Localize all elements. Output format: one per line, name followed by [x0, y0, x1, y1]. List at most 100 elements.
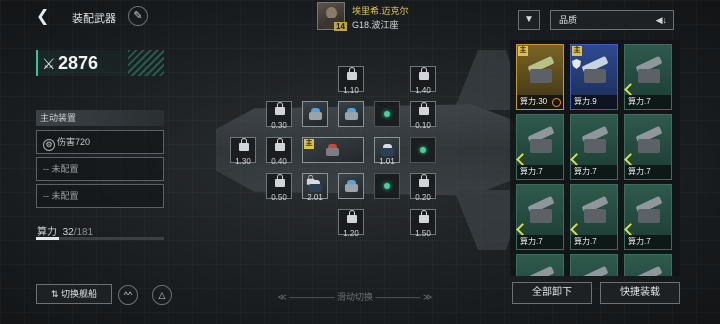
inventory-card[interactable]: 算力.7 [516, 184, 564, 250]
rank-chevron-icon [624, 83, 637, 96]
weapon-icon [580, 55, 610, 85]
weapon-icon [526, 265, 556, 276]
active-slot-3[interactable]: -- 未配置 [36, 184, 164, 208]
turret-icon [344, 180, 359, 192]
rank-chevron-icon [516, 223, 529, 236]
formation-icon[interactable]: △ [152, 285, 172, 305]
lock-icon [419, 210, 429, 224]
active-slot-2[interactable]: -- 未配置 [36, 157, 164, 181]
power-value: 2876 [58, 53, 99, 73]
slot-value: 0.30 [271, 121, 287, 130]
power-display: ⚔ 2876 [36, 50, 164, 76]
lock-icon [419, 174, 429, 188]
weapon-slot-empty[interactable] [410, 137, 436, 163]
weapon-icon [634, 195, 664, 225]
swap-icon: ⇅ [50, 289, 59, 299]
gear-icon: ⚙ [43, 139, 55, 151]
inventory-card[interactable]: 算力.7 [516, 114, 564, 180]
weapon-icon [580, 195, 610, 225]
main-weapon-slot[interactable]: 主 [302, 137, 364, 163]
sort-dropdown[interactable]: 品质 ◀↓ [550, 10, 674, 30]
weapon-icon [526, 125, 556, 155]
crossed-swords-icon: ⚔ [42, 56, 56, 73]
rank-chevron-icon [624, 153, 637, 166]
sort-order-icon: ◀↓ [655, 15, 667, 25]
inventory-card[interactable]: 算力.7 [624, 114, 672, 180]
turret-icon [308, 108, 323, 120]
filter-button[interactable]: ▼ [518, 10, 540, 30]
computing-power-bar [36, 237, 164, 240]
lock-icon [347, 210, 357, 224]
back-icon[interactable]: ❮ [36, 8, 54, 26]
unload-all-button[interactable]: 全部卸下 [512, 282, 592, 304]
swipe-hint: ≪ ————— 滑动切换 ————— ≫ [277, 292, 433, 302]
active-slot-label: -- 未配置 [43, 191, 79, 201]
inventory-card[interactable] [516, 254, 564, 276]
active-equipment-title: 主动装置 [36, 110, 164, 126]
weapon-slot-filled[interactable] [338, 173, 364, 199]
inventory-card[interactable]: 算力.7 [570, 114, 618, 180]
slot-value: 0.40 [271, 157, 287, 166]
lock-icon [419, 102, 429, 116]
weapon-slot-filled[interactable] [338, 101, 364, 127]
filter-icon: ▼ [524, 14, 534, 25]
turret-icon [380, 144, 395, 156]
weapon-icon [526, 195, 556, 225]
weapon-icon [634, 265, 664, 276]
page-title: 装配武器 [72, 13, 116, 25]
slot-value: 0.10 [415, 121, 431, 130]
weapon-icon [580, 125, 610, 155]
rank-chevron-icon [624, 223, 637, 236]
weapon-icon [634, 125, 664, 155]
inventory-card[interactable]: 算力.7 [624, 44, 672, 110]
rank-chevron-icon [570, 223, 583, 236]
lock-icon [347, 67, 357, 81]
slot-value: 1.30 [235, 157, 251, 166]
wing-icon[interactable]: ^^ [118, 285, 138, 305]
weapon-slot-empty[interactable] [374, 173, 400, 199]
computing-power-label: 算力 32/181 [37, 227, 94, 238]
inventory-card[interactable]: 主 算力.9 [570, 44, 618, 110]
slot-value: 1.20 [343, 229, 359, 238]
weapon-icon [634, 55, 664, 85]
inventory-card[interactable]: 算力.7 [570, 184, 618, 250]
lock-icon [239, 138, 249, 152]
edit-button[interactable]: ✎ [128, 6, 148, 26]
lock-icon [275, 138, 285, 152]
weapon-icon [580, 265, 610, 276]
main-weapon-tag: 主 [304, 139, 314, 149]
main-cannon-icon [325, 144, 340, 156]
switch-ship-button[interactable]: ⇅ 切换舰船 [36, 284, 112, 304]
slot-value: 1.01 [379, 157, 395, 166]
lock-icon [419, 67, 429, 81]
lock-icon [275, 174, 285, 188]
inventory-card[interactable]: 主 算力.30 [516, 44, 564, 110]
inventory-card[interactable] [624, 254, 672, 276]
slot-value: 1.40 [415, 86, 431, 95]
active-slot-label: 伤害720 [57, 137, 91, 147]
inventory-panel[interactable]: 主 算力.30 主 算力.9 算力.7 算力.7 算力.7 算力.7 算力.7 [510, 40, 680, 276]
inventory-card[interactable] [570, 254, 618, 276]
weapon-slot-empty[interactable] [374, 101, 400, 127]
lock-icon [275, 102, 285, 116]
active-slot-label: -- 未配置 [43, 164, 79, 174]
weapon-slot-filled[interactable] [302, 101, 328, 127]
rank-chevron-icon [516, 153, 529, 166]
slot-value: 0.50 [271, 193, 287, 202]
captain-name: 埃里希.迈克尔 [352, 6, 409, 16]
slot-value: 1.50 [415, 229, 431, 238]
turret-icon [308, 180, 323, 192]
slot-value: 1.10 [343, 86, 359, 95]
rank-chevron-icon [570, 153, 583, 166]
captain-level-badge: 14 [334, 22, 347, 31]
slot-value: 0.20 [415, 193, 431, 202]
upgrade-icon [552, 98, 561, 107]
active-slot-1[interactable]: ⚙ 伤害720 [36, 130, 164, 154]
inventory-card[interactable]: 算力.7 [624, 184, 672, 250]
pen-icon: ✎ [133, 10, 143, 22]
weapon-icon [526, 55, 556, 85]
quick-equip-button[interactable]: 快捷装载 [600, 282, 680, 304]
slot-value: 2.01 [307, 193, 323, 202]
ship-name: G18.波江座 [352, 20, 399, 30]
turret-icon [344, 108, 359, 120]
